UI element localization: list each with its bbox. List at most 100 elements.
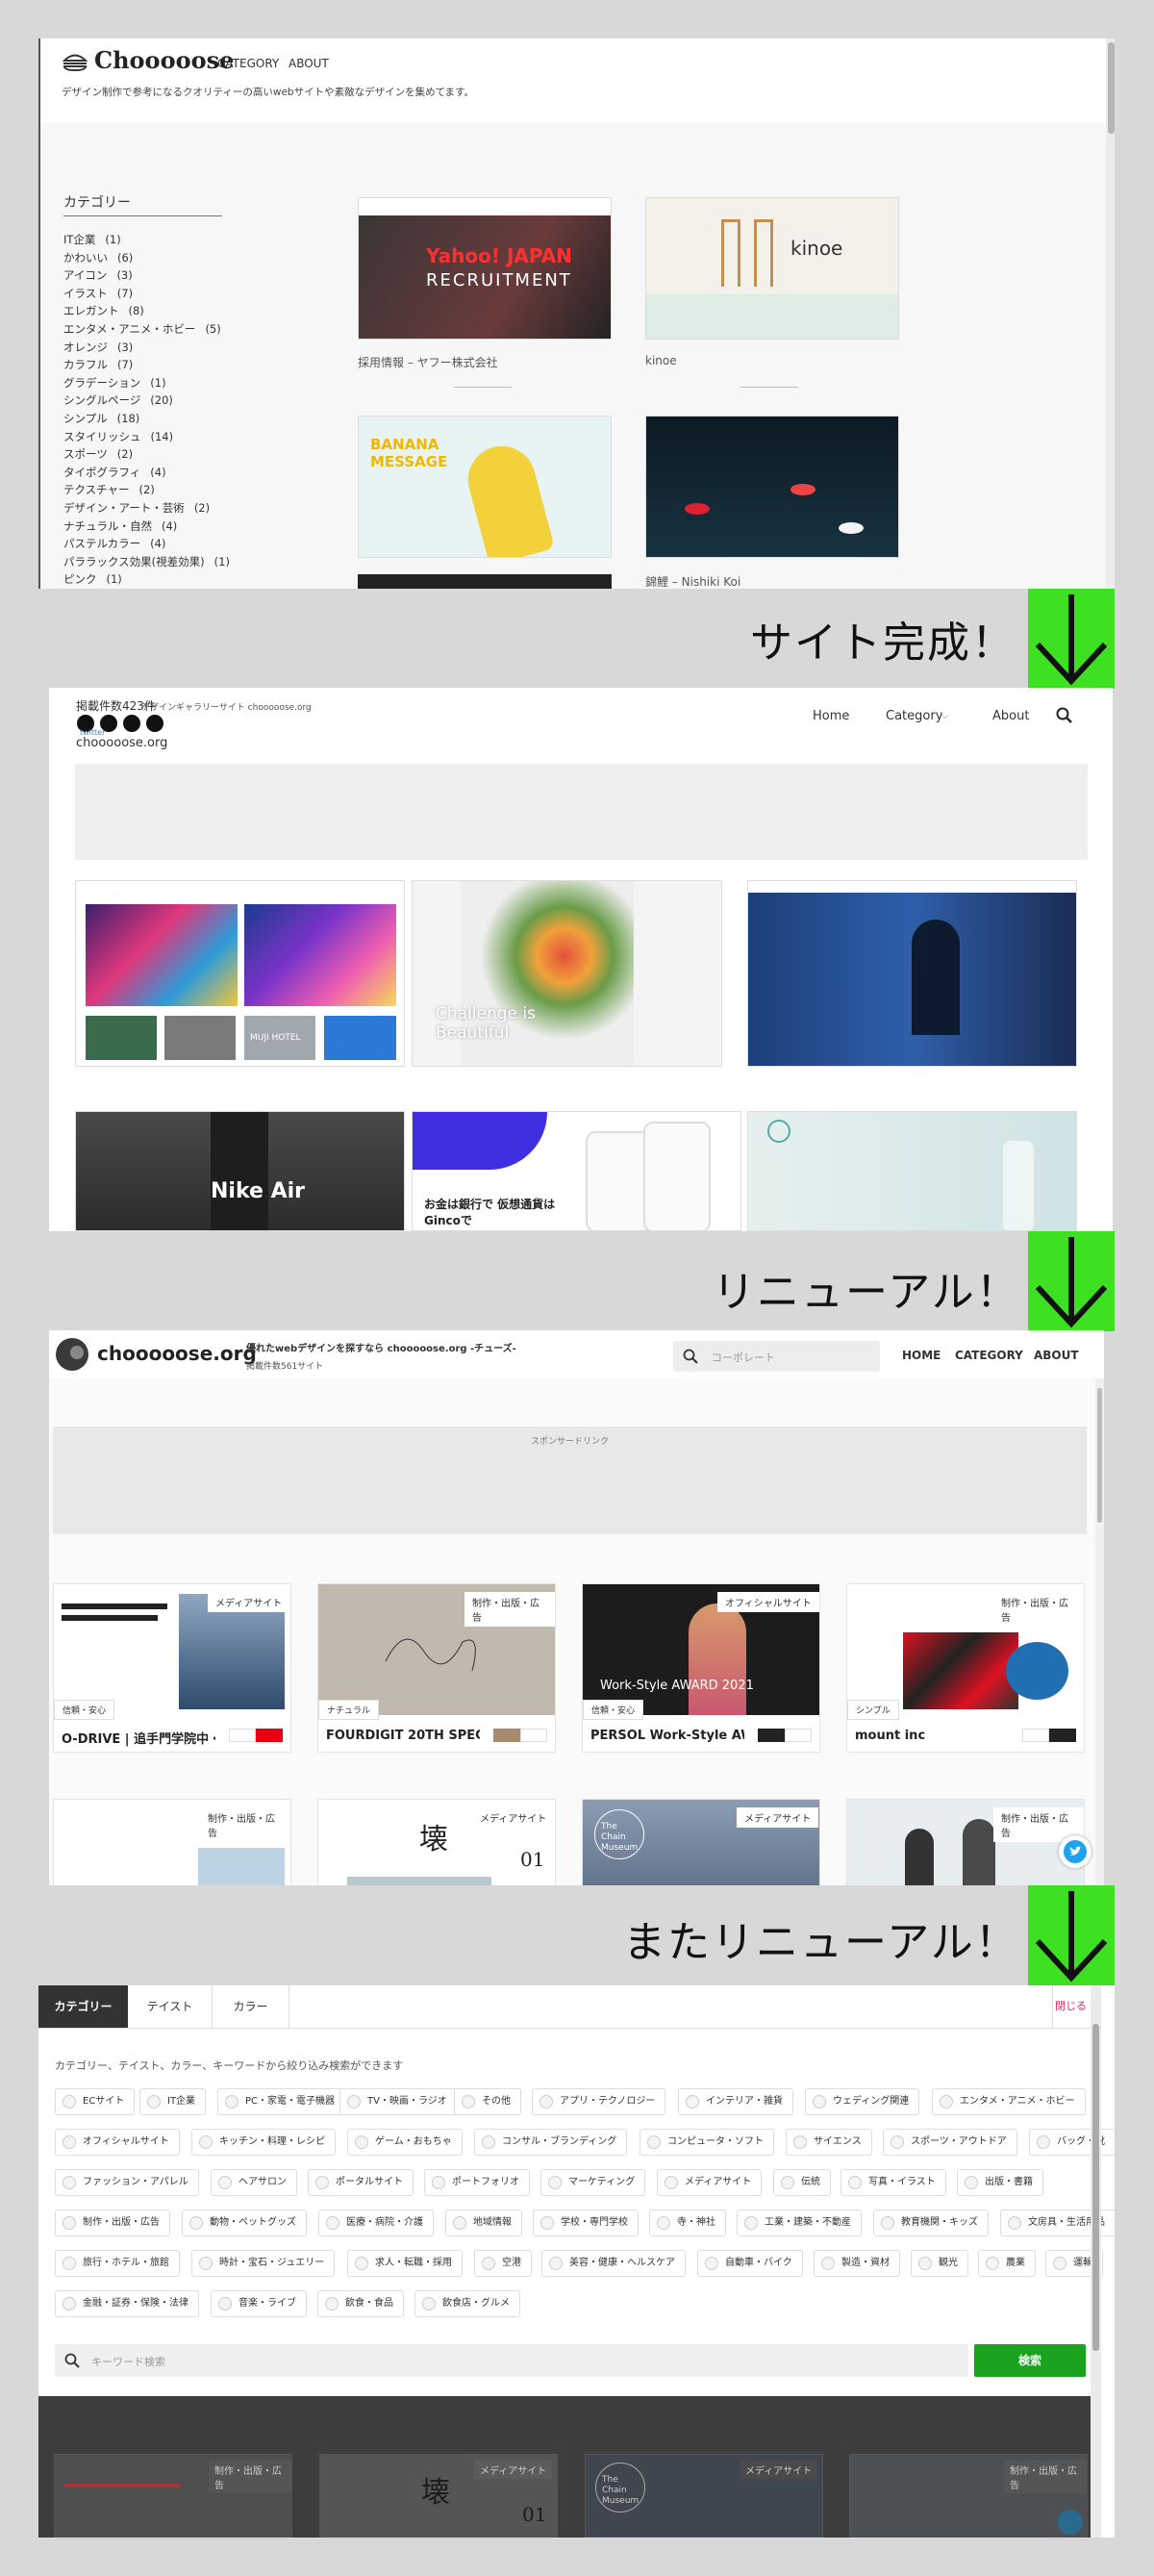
- filter-chip[interactable]: 伝統: [773, 2169, 831, 2196]
- v1-category-item[interactable]: ピンク (1): [63, 570, 230, 589]
- v1-category-item[interactable]: アイコン (3): [63, 266, 230, 285]
- filter-chip[interactable]: 寺・神社: [649, 2210, 726, 2236]
- filter-chip[interactable]: スポーツ・アウトドア: [883, 2129, 1017, 2156]
- v3-scrollbar[interactable]: [1095, 1378, 1104, 1885]
- v1-nav-about[interactable]: ABOUT: [288, 57, 329, 70]
- v1-caption-yahoo[interactable]: 採用情報 – ヤフー株式会社: [358, 354, 498, 370]
- filter-chip[interactable]: オフィシャルサイト: [55, 2129, 180, 2156]
- filter-chip[interactable]: コンピュータ・ソフト: [640, 2129, 774, 2156]
- v2-nav-home[interactable]: Home: [813, 709, 849, 723]
- v1-category-item[interactable]: スポーツ (2): [63, 445, 230, 464]
- twitter-icon[interactable]: [1059, 1835, 1091, 1868]
- keyword-search-input[interactable]: キーワード検索: [55, 2344, 968, 2377]
- v3-card[interactable]: 制作・出版・広告: [53, 1799, 291, 1885]
- v1-category-item[interactable]: デザイン・アート・芸術 (2): [63, 499, 230, 518]
- v3-nav-category[interactable]: CATEGORY: [955, 1349, 1023, 1362]
- v1-nav-category[interactable]: CATEGORY: [217, 57, 279, 70]
- filter-chip[interactable]: 写真・イラスト: [840, 2169, 946, 2196]
- v2-thumb-3[interactable]: [747, 880, 1077, 1067]
- filter-chip[interactable]: 飲食店・グルメ: [414, 2290, 520, 2317]
- tab-taste[interactable]: テイスト: [128, 1985, 213, 2028]
- filter-chip[interactable]: サイエンス: [786, 2129, 872, 2156]
- filter-chip[interactable]: エンタメ・アニメ・ホビー: [932, 2088, 1086, 2115]
- filter-chip[interactable]: ウェディング関連: [805, 2088, 920, 2115]
- v3-card[interactable]: Work-Style AWARD 2021 オフィシャルサイト 信頼・安心 PE…: [582, 1583, 820, 1753]
- v1-thumb-banana[interactable]: BANANA MESSAGE: [358, 416, 612, 558]
- v1-category-item[interactable]: パララックス効果(視差効果) (1): [63, 553, 230, 571]
- v3-card[interactable]: The Chain Museum メディアサイト: [582, 1799, 820, 1885]
- filter-chip[interactable]: 旅行・ホテル・旅館: [55, 2250, 180, 2277]
- filter-chip[interactable]: 動物・ペットグッズ: [182, 2210, 307, 2236]
- filter-chip[interactable]: 時計・宝石・ジュエリー: [191, 2250, 336, 2277]
- filter-chip[interactable]: 飲食・食品: [317, 2290, 404, 2317]
- v3-card[interactable]: 制作・出版・広告: [846, 1799, 1085, 1885]
- filter-chip[interactable]: PC・家電・電子機器: [217, 2088, 346, 2115]
- filter-chip[interactable]: 空港: [474, 2250, 532, 2277]
- v1-category-item[interactable]: シンプル (18): [63, 410, 230, 428]
- filter-chip[interactable]: ポータルサイト: [308, 2169, 414, 2196]
- filter-chip[interactable]: 音楽・ライブ: [211, 2290, 307, 2317]
- v1-category-item[interactable]: IT企業 (1): [63, 231, 230, 249]
- v1-category-item[interactable]: テクスチャー (2): [63, 481, 230, 499]
- filter-chip[interactable]: 農業: [978, 2250, 1036, 2277]
- v3-card[interactable]: メディアサイト 信頼・安心 O-DRIVE | 追手門学院中・高: [53, 1583, 291, 1753]
- v1-category-item[interactable]: かわいい (6): [63, 249, 230, 267]
- filter-chip[interactable]: 学校・専門学校: [533, 2210, 639, 2236]
- v1-category-item[interactable]: カラフル (7): [63, 356, 230, 374]
- v1-caption-koi[interactable]: 錦鯉 – Nishiki Koi: [645, 573, 740, 589]
- v2-thumb-1[interactable]: MUJI HOTEL: [75, 880, 405, 1067]
- filter-chip[interactable]: ポートフォリオ: [424, 2169, 530, 2196]
- filter-chip[interactable]: バッグ・靴: [1029, 2129, 1115, 2156]
- v2-logo[interactable]: chooooose.org: [76, 736, 167, 750]
- v3-card[interactable]: 制作・出版・広告 シンプル mount inc: [846, 1583, 1085, 1753]
- filter-chip[interactable]: 金融・証券・保険・法律: [55, 2290, 199, 2317]
- v2-thumb-2[interactable]: Challenge is Beautiful: [412, 880, 722, 1067]
- filter-chip[interactable]: 出版・書籍: [957, 2169, 1043, 2196]
- v1-category-item[interactable]: シングルページ (20): [63, 391, 230, 410]
- close-button[interactable]: 閉じる: [1052, 1985, 1089, 2028]
- filter-chip[interactable]: 工業・建築・不動産: [737, 2210, 862, 2236]
- v2-thumb-4[interactable]: Nike Air: [75, 1111, 405, 1231]
- search-icon[interactable]: [1056, 707, 1073, 728]
- filter-chip[interactable]: アプリ・テクノロジー: [532, 2088, 666, 2115]
- v1-scrollbar[interactable]: [1106, 38, 1115, 589]
- filter-chip[interactable]: インテリア・雑貨: [678, 2088, 793, 2115]
- filter-chip[interactable]: キッチン・料理・レシピ: [191, 2129, 336, 2156]
- v1-category-item[interactable]: タイポグラフィ (4): [63, 464, 230, 482]
- v1-category-item[interactable]: グラデーション (1): [63, 374, 230, 392]
- tab-color[interactable]: カラー: [213, 1985, 289, 2028]
- v1-category-item[interactable]: オレンジ (3): [63, 339, 230, 357]
- filter-chip[interactable]: ヘアサロン: [211, 2169, 297, 2196]
- v2-nav-about[interactable]: About: [992, 709, 1029, 723]
- chevron-down-icon[interactable]: ⌵: [941, 711, 949, 721]
- filter-chip[interactable]: 美容・健康・ヘルスケア: [541, 2250, 686, 2277]
- v2-thumb-5[interactable]: お金は銀行で 仮想通貨はGincoで: [412, 1111, 741, 1231]
- v4-scrollbar[interactable]: [1091, 1985, 1101, 2538]
- v1-category-item[interactable]: スタイリッシュ (14): [63, 428, 230, 446]
- v1-category-item[interactable]: イラスト (7): [63, 285, 230, 303]
- filter-chip[interactable]: ファッション・アパレル: [55, 2169, 199, 2196]
- filter-chip[interactable]: 医療・病院・介護: [318, 2210, 434, 2236]
- filter-chip[interactable]: その他: [454, 2088, 521, 2115]
- filter-chip[interactable]: ゲーム・おもちゃ: [347, 2129, 463, 2156]
- v1-thumb-koi[interactable]: [645, 416, 899, 558]
- v3-nav-home[interactable]: HOME: [902, 1349, 941, 1362]
- filter-chip[interactable]: 観光: [911, 2250, 968, 2277]
- v1-thumb-kinoe[interactable]: kinoe: [645, 197, 899, 340]
- v1-logo[interactable]: Chooooose: [94, 46, 234, 74]
- filter-chip[interactable]: コンサル・ブランディング: [474, 2129, 628, 2156]
- filter-chip[interactable]: メディアサイト: [657, 2169, 763, 2196]
- filter-chip[interactable]: 自動車・バイク: [697, 2250, 803, 2277]
- v3-search-input[interactable]: コーポレート: [673, 1341, 880, 1372]
- v1-thumb-yahoo[interactable]: Yahoo! JAPAN RECRUITMENT: [358, 197, 612, 340]
- v1-category-item[interactable]: エンタメ・アニメ・ホビー (5): [63, 320, 230, 339]
- search-button[interactable]: 検索: [974, 2344, 1086, 2377]
- filter-chip[interactable]: 教育機関・キッズ: [873, 2210, 989, 2236]
- v1-category-item[interactable]: エレガント (8): [63, 302, 230, 320]
- v1-category-item[interactable]: ナチュラル・自然 (4): [63, 518, 230, 536]
- filter-chip[interactable]: 製造・資材: [814, 2250, 900, 2277]
- v3-logo[interactable]: chooooose.org: [97, 1342, 257, 1365]
- v1-caption-kinoe[interactable]: kinoe: [645, 354, 677, 367]
- filter-chip[interactable]: ECサイト: [55, 2088, 136, 2115]
- twitter-icon[interactable]: [1058, 2510, 1083, 2535]
